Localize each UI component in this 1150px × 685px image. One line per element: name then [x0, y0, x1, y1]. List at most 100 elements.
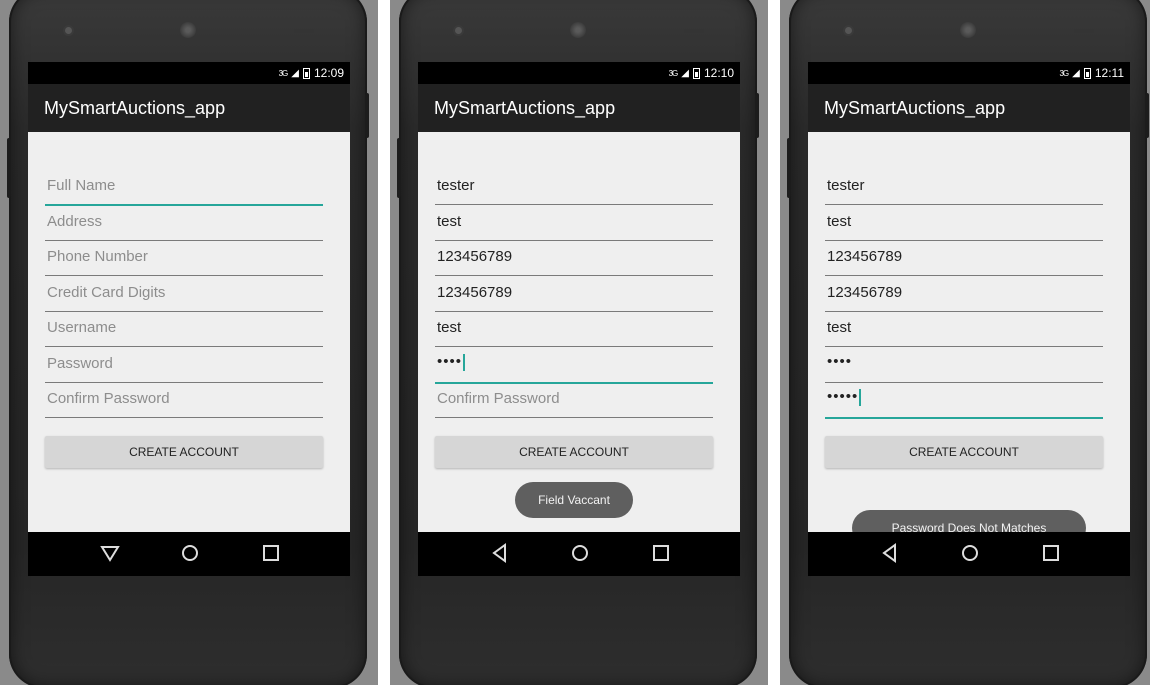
phone-frame-3: 3G ◢ 12:11 MySmartAuctions_apptester test 123…: [780, 0, 1150, 685]
app-title: MySmartAuctions_app: [824, 98, 1006, 118]
field-text: tester: [437, 177, 475, 194]
input-field-confirm-password[interactable]: •••••: [825, 383, 1103, 419]
input-field-confirm-password[interactable]: Confirm Password: [435, 383, 713, 418]
app-bar: MySmartAuctions_app: [808, 84, 1130, 132]
phone-screen: 3G ◢ 12:10 MySmartAuctions_apptester test 123…: [418, 62, 740, 576]
input-field-address[interactable]: test: [435, 206, 713, 241]
text-cursor: [859, 388, 862, 406]
status-bar: 3G ◢ 12:11: [808, 62, 1130, 84]
status-time: 12:10: [703, 66, 734, 80]
battery-icon: [692, 67, 700, 79]
earpiece-speaker-icon: [570, 22, 586, 38]
input-field-phone-number[interactable]: 123456789: [825, 241, 1103, 276]
field-text: Address: [47, 213, 103, 230]
phone-frame-1: 3G ◢ 12:09 MySmartAuctions_app Full Name Addr…: [0, 0, 378, 685]
field-text: 123456789: [437, 284, 513, 301]
field-text: Credit Card Digits: [47, 284, 166, 301]
volume-button: [397, 138, 401, 198]
input-field-password[interactable]: ••••: [825, 348, 1103, 383]
proximity-sensor-icon: [684, 29, 704, 33]
field-text: Phone Number: [47, 248, 148, 265]
recents-icon[interactable]: [651, 543, 671, 568]
signal-strength-icon: ◢: [681, 67, 689, 79]
recents-icon[interactable]: [261, 543, 281, 568]
input-field-phone-number[interactable]: Phone Number: [45, 241, 323, 276]
earpiece-speaker-icon: [960, 22, 976, 38]
field-text: •••••: [827, 388, 862, 406]
field-text: 123456789: [437, 248, 513, 265]
volume-button: [7, 138, 11, 198]
field-text: Password: [47, 355, 113, 372]
field-text: ••••: [437, 353, 466, 371]
power-button: [365, 93, 369, 138]
front-camera-icon: [455, 27, 462, 34]
signal-strength-icon: ◢: [1072, 67, 1080, 79]
phone-screen: 3G ◢ 12:09 MySmartAuctions_app Full Name Addr…: [28, 62, 350, 576]
navigation-bar: [418, 532, 740, 576]
signal-icon: 3G: [668, 68, 679, 78]
app-bar: MySmartAuctions_app: [28, 84, 350, 132]
input-field-address[interactable]: Address: [45, 206, 323, 241]
status-bar: 3G ◢ 12:09: [28, 62, 350, 84]
front-camera-icon: [65, 27, 72, 34]
back-down-icon[interactable]: [100, 543, 120, 568]
phone-screen: 3G ◢ 12:11 MySmartAuctions_apptester test 123…: [808, 62, 1130, 576]
status-bar: 3G ◢ 12:10: [418, 62, 740, 84]
back-icon[interactable]: [490, 543, 510, 568]
input-field-full-name[interactable]: Full Name: [45, 170, 323, 206]
signal-icon: 3G: [278, 68, 289, 78]
app-title: MySmartAuctions_app: [44, 98, 226, 118]
phone-frame-2: 3G ◢ 12:10 MySmartAuctions_apptester test 123…: [390, 0, 768, 685]
home-icon[interactable]: [960, 543, 980, 568]
input-field-full-name[interactable]: tester: [435, 170, 713, 205]
earpiece-speaker-icon: [180, 22, 196, 38]
status-indicators: 3G ◢ 12:09: [279, 66, 344, 80]
field-text: Confirm Password: [437, 390, 560, 407]
field-text: tester: [827, 177, 865, 194]
battery-icon: [302, 67, 310, 79]
field-text: ••••: [827, 353, 853, 370]
volume-button: [787, 138, 791, 198]
signal-icon: 3G: [1059, 68, 1069, 78]
create-account-button[interactable]: CREATE ACCOUNT: [825, 436, 1103, 468]
input-field-credit-card-digits[interactable]: 123456789: [825, 277, 1103, 312]
field-text: 123456789: [827, 248, 903, 265]
input-field-full-name[interactable]: tester: [825, 170, 1103, 205]
field-text: test: [437, 319, 462, 336]
navigation-bar: [28, 532, 350, 576]
app-bar: MySmartAuctions_app: [418, 84, 740, 132]
input-field-username[interactable]: test: [435, 312, 713, 347]
navigation-bar: [808, 532, 1130, 576]
status-indicators: 3G ◢ 12:10: [669, 66, 734, 80]
status-indicators: 3G ◢ 12:11: [1059, 66, 1124, 80]
field-text: Confirm Password: [47, 390, 170, 407]
input-field-phone-number[interactable]: 123456789: [435, 241, 713, 276]
input-field-address[interactable]: test: [825, 206, 1103, 241]
signal-strength-icon: ◢: [291, 67, 299, 79]
input-field-credit-card-digits[interactable]: Credit Card Digits: [45, 277, 323, 312]
create-account-button[interactable]: CREATE ACCOUNT: [435, 436, 713, 468]
field-text: test: [437, 213, 462, 230]
field-text: 123456789: [827, 284, 903, 301]
battery-icon: [1083, 67, 1091, 79]
power-button: [1145, 93, 1149, 138]
input-field-password[interactable]: Password: [45, 348, 323, 383]
text-cursor: [463, 353, 466, 371]
toast-message: Field Vaccant: [515, 482, 633, 518]
home-icon[interactable]: [180, 543, 200, 568]
field-text: test: [827, 319, 852, 336]
input-field-username[interactable]: Username: [45, 312, 323, 347]
home-icon[interactable]: [570, 543, 590, 568]
input-field-confirm-password[interactable]: Confirm Password: [45, 383, 323, 418]
recents-icon[interactable]: [1041, 543, 1061, 568]
input-field-credit-card-digits[interactable]: 123456789: [435, 277, 713, 312]
create-account-button[interactable]: CREATE ACCOUNT: [45, 436, 323, 468]
back-icon[interactable]: [880, 543, 900, 568]
field-text: Username: [47, 319, 117, 336]
input-field-password[interactable]: ••••: [435, 348, 713, 384]
app-title: MySmartAuctions_app: [434, 98, 616, 118]
front-camera-icon: [845, 27, 852, 34]
input-field-username[interactable]: test: [825, 312, 1103, 347]
field-text: test: [827, 213, 852, 230]
proximity-sensor-icon: [1074, 29, 1094, 33]
